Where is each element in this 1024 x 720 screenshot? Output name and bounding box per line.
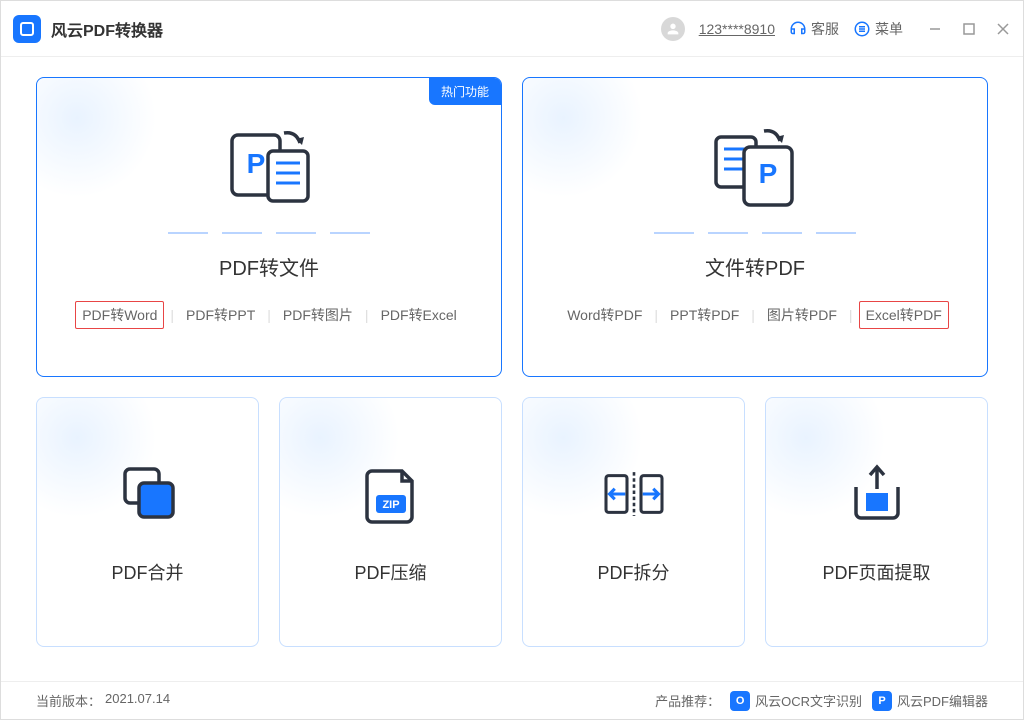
card-compress[interactable]: ZIP PDF压缩 (279, 397, 502, 647)
product-ocr[interactable]: O 风云OCR文字识别 (730, 691, 862, 711)
editor-icon: P (872, 691, 892, 711)
app-title: 风云PDF转换器 (51, 17, 661, 41)
ocr-icon: O (730, 691, 750, 711)
footer-right: 产品推荐： O 风云OCR文字识别 P 风云PDF编辑器 (655, 691, 988, 711)
avatar-icon[interactable] (661, 17, 685, 41)
sub-item-word-to-pdf[interactable]: Word转PDF (561, 302, 648, 328)
app-logo-icon (13, 15, 41, 43)
header-right: 123****8910 客服 菜单 (661, 17, 1011, 41)
bottom-row: PDF合并 ZIP PDF压缩 PDF拆分 PDF页面提取 (36, 397, 988, 647)
compress-icon: ZIP (356, 459, 426, 529)
svg-text:P: P (247, 148, 266, 179)
product-editor[interactable]: P 风云PDF编辑器 (872, 691, 988, 711)
version-value: 2021.07.14 (105, 691, 170, 710)
sub-item-pdf-to-excel[interactable]: PDF转Excel (375, 302, 463, 328)
menu-icon (853, 20, 871, 38)
file-to-pdf-icon: P (700, 118, 810, 218)
card-title: 文件转PDF (705, 252, 805, 281)
sub-options: PDF转Word | PDF转PPT | PDF转图片 | PDF转Excel (75, 301, 463, 329)
svg-text:ZIP: ZIP (382, 499, 399, 511)
pdf-to-file-icon: P (214, 118, 324, 218)
headset-icon (789, 20, 807, 38)
support-label: 客服 (811, 19, 839, 39)
card-title: PDF压缩 (355, 559, 427, 585)
card-title: PDF页面提取 (823, 559, 931, 585)
sub-item-image-to-pdf[interactable]: 图片转PDF (761, 302, 843, 328)
hot-badge: 热门功能 (429, 78, 501, 105)
maximize-button[interactable] (961, 21, 977, 37)
sub-item-pdf-to-image[interactable]: PDF转图片 (277, 302, 359, 328)
window-controls (927, 21, 1011, 37)
support-button[interactable]: 客服 (789, 19, 839, 39)
username-link[interactable]: 123****8910 (699, 21, 775, 37)
split-icon (599, 459, 669, 529)
content-area: 热门功能 P PDF转文件 PDF转Wor (1, 57, 1023, 681)
merge-icon (113, 459, 183, 529)
product-label: 风云OCR文字识别 (755, 691, 862, 710)
card-title: PDF合并 (112, 559, 184, 585)
version-info: 当前版本： 2021.07.14 (36, 691, 655, 710)
divider-dashes (168, 232, 370, 234)
svg-text:P: P (759, 158, 778, 189)
sub-options: Word转PDF | PPT转PDF | 图片转PDF | Excel转PDF (561, 301, 949, 329)
card-split[interactable]: PDF拆分 (522, 397, 745, 647)
menu-label: 菜单 (875, 19, 903, 39)
sub-item-ppt-to-pdf[interactable]: PPT转PDF (664, 302, 745, 328)
sub-item-pdf-to-word[interactable]: PDF转Word (75, 301, 164, 329)
minimize-button[interactable] (927, 21, 943, 37)
card-extract[interactable]: PDF页面提取 (765, 397, 988, 647)
top-row: 热门功能 P PDF转文件 PDF转Wor (36, 77, 988, 377)
close-button[interactable] (995, 21, 1011, 37)
card-title: PDF转文件 (219, 252, 319, 281)
titlebar: 风云PDF转换器 123****8910 客服 菜单 (1, 1, 1023, 57)
footer: 当前版本： 2021.07.14 产品推荐： O 风云OCR文字识别 P 风云P… (1, 681, 1023, 719)
product-label: 风云PDF编辑器 (897, 691, 988, 710)
version-label: 当前版本： (36, 691, 101, 710)
card-file-to-pdf[interactable]: P 文件转PDF Word转PDF | PPT转PDF | 图片转PDF | E… (522, 77, 988, 377)
menu-button[interactable]: 菜单 (853, 19, 903, 39)
card-merge[interactable]: PDF合并 (36, 397, 259, 647)
card-title: PDF拆分 (598, 559, 670, 585)
sub-item-excel-to-pdf[interactable]: Excel转PDF (859, 301, 949, 329)
divider-dashes (654, 232, 856, 234)
recommend-label: 产品推荐： (655, 691, 720, 710)
sub-item-pdf-to-ppt[interactable]: PDF转PPT (180, 302, 261, 328)
card-pdf-to-file[interactable]: 热门功能 P PDF转文件 PDF转Wor (36, 77, 502, 377)
extract-icon (842, 459, 912, 529)
app-window: 风云PDF转换器 123****8910 客服 菜单 (0, 0, 1024, 720)
